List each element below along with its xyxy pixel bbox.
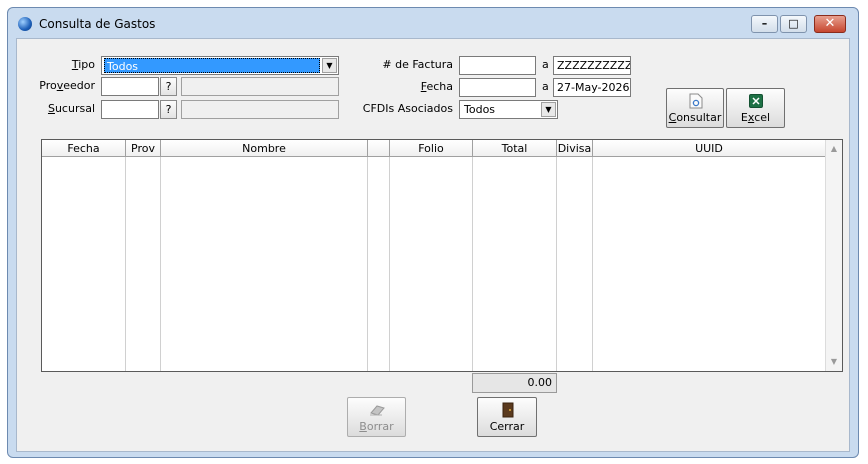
factura-label: # de Factura — [382, 58, 453, 71]
column-header-blank[interactable] — [368, 140, 390, 157]
door-icon — [502, 402, 514, 418]
consultar-button[interactable]: Consultar — [666, 88, 724, 128]
search-document-icon — [689, 93, 703, 109]
borrar-button[interactable]: Borrar — [347, 397, 406, 437]
fecha-from-input[interactable] — [459, 78, 536, 97]
maximize-button[interactable]: □ — [780, 15, 807, 33]
column-header-fecha[interactable]: Fecha — [42, 140, 126, 157]
column-header-total[interactable]: Total — [473, 140, 557, 157]
excel-button[interactable]: Excel — [726, 88, 785, 128]
column-header-prov[interactable]: Prov — [126, 140, 161, 157]
column-divider — [125, 157, 126, 371]
scroll-down-icon[interactable]: ▼ — [827, 354, 841, 370]
client-area: Tipo Todos ▼ Proveedor ? Sucursal ? # de… — [16, 38, 850, 452]
sucursal-name-field — [181, 100, 339, 119]
close-icon: ✕ — [824, 16, 836, 31]
close-window-button[interactable]: ✕ — [814, 15, 846, 33]
borrar-label: Borrar — [359, 420, 394, 433]
sucursal-lookup-button[interactable]: ? — [160, 100, 177, 119]
maximize-icon: □ — [788, 17, 799, 30]
column-header-uuid[interactable]: UUID — [593, 140, 826, 157]
cfdis-label: CFDIs Asociados — [362, 102, 453, 115]
proveedor-lookup-button[interactable]: ? — [160, 77, 177, 96]
fecha-to-label: a — [542, 80, 549, 93]
consultar-label: Consultar — [668, 111, 722, 124]
minimize-icon: – — [761, 17, 768, 30]
excel-icon — [749, 94, 763, 108]
excel-label: Excel — [740, 111, 771, 124]
cfdis-value: Todos — [464, 103, 496, 116]
eraser-icon — [370, 405, 385, 416]
cerrar-button[interactable]: Cerrar — [477, 397, 537, 437]
column-divider — [592, 157, 593, 371]
column-header-divisa[interactable]: Divisa — [557, 140, 593, 157]
column-divider — [556, 157, 557, 371]
proveedor-code-input[interactable] — [101, 77, 159, 96]
column-divider — [160, 157, 161, 371]
vertical-scrollbar[interactable]: ▲ ▼ — [825, 140, 842, 371]
proveedor-name-field — [181, 77, 339, 96]
fecha-label: Fecha — [420, 80, 453, 93]
column-divider — [389, 157, 390, 371]
column-header-nombre[interactable]: Nombre — [161, 140, 368, 157]
factura-to-input[interactable]: ZZZZZZZZZZ — [553, 56, 631, 75]
column-header-folio[interactable]: Folio — [390, 140, 473, 157]
chevron-down-icon[interactable]: ▼ — [541, 102, 556, 117]
column-divider — [367, 157, 368, 371]
app-icon — [18, 17, 32, 31]
results-table[interactable]: Fecha Prov Nombre Folio Total Divisa UUI… — [41, 139, 843, 372]
tipo-label: Tipo — [71, 58, 95, 71]
factura-to-label: a — [542, 58, 549, 71]
total-sum-field: 0.00 — [472, 373, 557, 393]
main-window: Consulta de Gastos – □ ✕ Tipo Todos ▼ Pr… — [7, 7, 859, 458]
proveedor-label: Proveedor — [39, 79, 95, 92]
scroll-up-icon[interactable]: ▲ — [827, 141, 841, 157]
window-title: Consulta de Gastos — [39, 17, 156, 31]
fecha-to-input[interactable]: 27-May-2026 — [553, 78, 631, 97]
title-bar[interactable]: Consulta de Gastos – □ ✕ — [8, 8, 858, 38]
column-divider — [472, 157, 473, 371]
sucursal-label: Sucursal — [47, 102, 95, 115]
minimize-button[interactable]: – — [751, 15, 778, 33]
sucursal-code-input[interactable] — [101, 100, 159, 119]
cerrar-label: Cerrar — [489, 420, 525, 433]
tipo-value: Todos — [104, 58, 320, 73]
chevron-down-icon[interactable]: ▼ — [322, 58, 337, 73]
tipo-select[interactable]: Todos ▼ — [101, 56, 339, 75]
factura-from-input[interactable] — [459, 56, 536, 75]
cfdis-select[interactable]: Todos ▼ — [459, 100, 558, 119]
